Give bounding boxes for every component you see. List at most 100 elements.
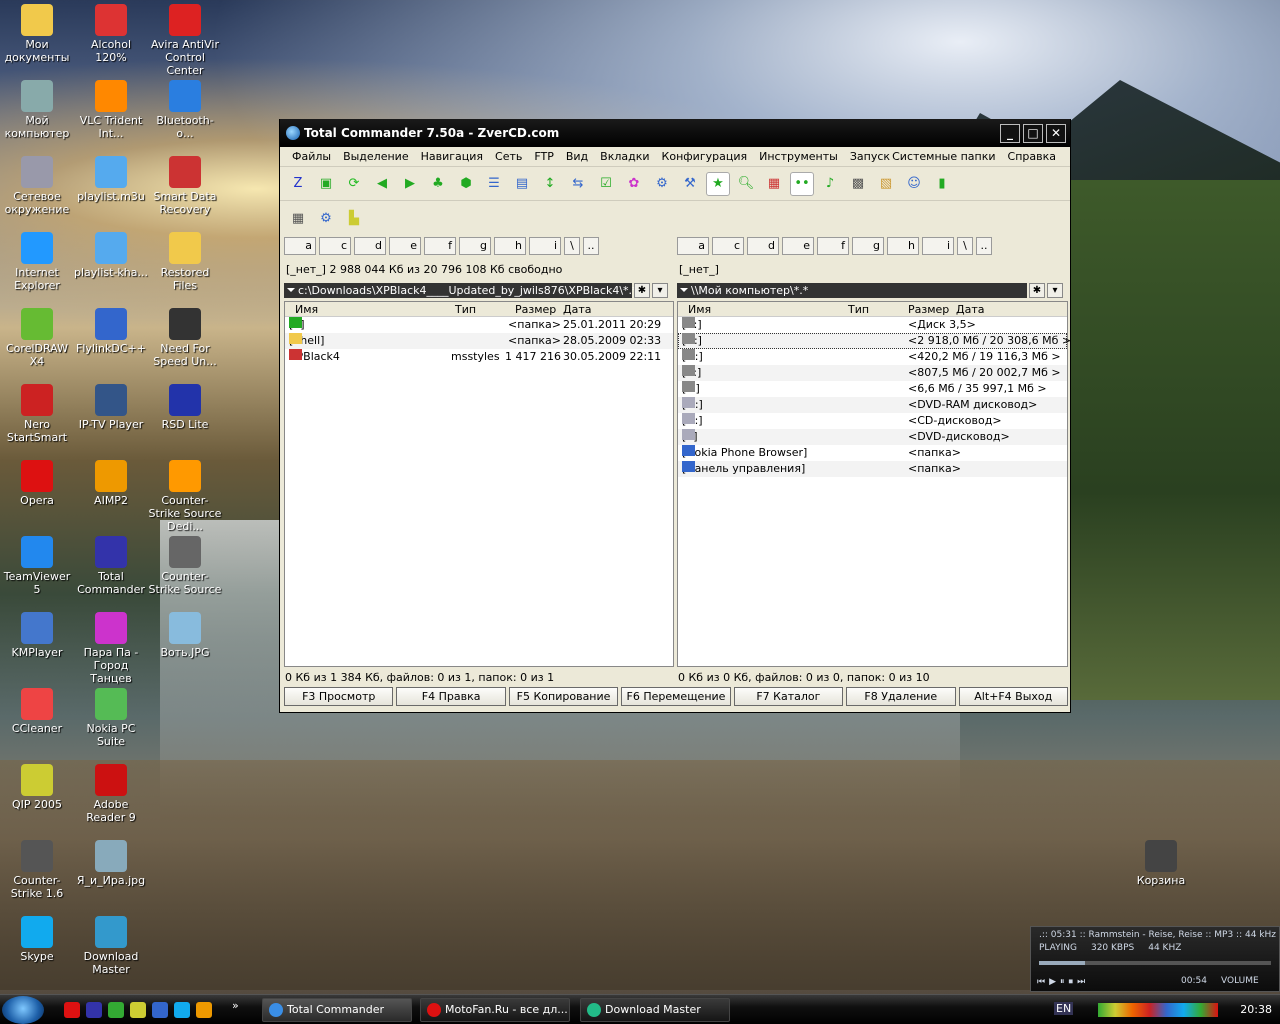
desktop-icon[interactable]: Total Commander	[74, 536, 148, 596]
prev-icon[interactable]: ⏮	[1037, 977, 1045, 987]
drive-button-h[interactable]: h	[494, 237, 526, 255]
drive-button-a[interactable]: a	[284, 237, 316, 255]
flylink-quicklaunch-icon[interactable]	[152, 1002, 168, 1018]
fkey-button-7[interactable]: Alt+F4 Выход	[958, 687, 1068, 706]
drive-button-up[interactable]: ..	[583, 237, 599, 255]
list-icon[interactable]: ☰	[482, 172, 506, 196]
sync-icon[interactable]: ↕	[538, 172, 562, 196]
file-row[interactable]: [Shell] <папка> 28.05.2009 02:33	[285, 333, 673, 349]
column-header-0[interactable]: Имя	[688, 303, 711, 316]
drive-button-e[interactable]: e	[389, 237, 421, 255]
desktop-icon[interactable]: Nokia PC Suite	[74, 688, 148, 748]
fkey-button-1[interactable]: F3 Просмотр	[284, 687, 394, 706]
desktop-icon[interactable]: CorelDRAW X4	[0, 308, 74, 368]
desktop-icon[interactable]: Я_и_Ира.jpg	[74, 840, 148, 887]
desktop-icon[interactable]: Counter-Strike 1.6	[0, 840, 74, 900]
desktop-icon[interactable]: VLC Trident Int...	[74, 80, 148, 140]
menu-item[interactable]: FTP	[528, 147, 560, 167]
column-header-1[interactable]: Тип	[455, 303, 476, 316]
language-indicator[interactable]: EN	[1054, 1002, 1074, 1015]
exit-icon[interactable]: ▮	[930, 172, 954, 196]
desktop-icon[interactable]: Мой компьютер	[0, 80, 74, 140]
left-path[interactable]: c:\Downloads\XPBlack4____Updated_by_jwil…	[284, 283, 638, 298]
column-header-3[interactable]: Дата	[956, 303, 984, 316]
details-icon[interactable]: ▤	[510, 172, 534, 196]
skype-quicklaunch-icon[interactable]	[174, 1002, 190, 1018]
drive-button-c[interactable]: c	[712, 237, 744, 255]
settings-icon[interactable]: ⚙	[314, 206, 338, 230]
favorite-star-icon[interactable]: ★	[706, 171, 730, 196]
video-icon[interactable]: ▩	[846, 172, 870, 196]
drive-button-d[interactable]: d	[354, 237, 386, 255]
menu-item[interactable]: Системные папки	[886, 147, 1001, 167]
menu-item[interactable]: Справка	[1002, 147, 1062, 167]
play-icon[interactable]: ▶	[1049, 977, 1056, 987]
drive-button-f[interactable]: f	[424, 237, 456, 255]
aimp-player[interactable]: .:: 05:31 :: Rammstein - Reise, Reise ::…	[1030, 926, 1280, 992]
desktop-icon[interactable]: Adobe Reader 9	[74, 764, 148, 824]
desktop-icon[interactable]: Opera	[0, 460, 74, 507]
drive-row[interactable]: [G:] <DVD-RAM дисковод>	[678, 397, 1067, 413]
column-header-0[interactable]: Имя	[295, 303, 318, 316]
left-column-header[interactable]: Имя Тип Размер Дата	[285, 302, 673, 317]
next-icon[interactable]: ⏭	[1077, 977, 1085, 987]
drive-button-root[interactable]: \	[564, 237, 580, 255]
select-icon[interactable]: ☑	[594, 172, 618, 196]
desktop-icon[interactable]: RSD Lite	[148, 384, 222, 431]
drive-button-c[interactable]: c	[319, 237, 351, 255]
aimp-quicklaunch-icon[interactable]	[196, 1002, 212, 1018]
file-row[interactable]: [..] <папка>25.01.2011 20:29	[285, 317, 673, 333]
stop-icon[interactable]: ⏹	[1069, 977, 1074, 987]
desktop-icon[interactable]: CCleaner	[0, 688, 74, 735]
fkey-button-4[interactable]: F6 Перемещение	[621, 687, 731, 706]
column-header-2[interactable]: Размер	[908, 303, 949, 316]
title-bar[interactable]: Total Commander 7.50a - ZverCD.com _ □ ✕	[280, 119, 1070, 147]
desktop-icon[interactable]: KMPlayer	[0, 612, 74, 659]
desktop-icon[interactable]: Counter-Strike Source	[148, 536, 222, 596]
desktop-icon[interactable]: TeamViewer 5	[0, 536, 74, 596]
drive-button-i[interactable]: i	[922, 237, 954, 255]
pack-icon[interactable]: ♣	[426, 172, 450, 196]
drive-row[interactable]: [E:] <807,5 Мб / 20 002,7 Мб >	[678, 365, 1067, 381]
desktop-icon[interactable]: AIMP2	[74, 460, 148, 507]
opera-quicklaunch-icon[interactable]	[64, 1002, 80, 1018]
drive-row[interactable]: [Nokia Phone Browser] <папка>	[678, 445, 1067, 461]
drive-row[interactable]: [A:] <Диск 3,5>	[678, 317, 1067, 333]
ftp-icon[interactable]: ✿	[622, 172, 646, 196]
user-icon[interactable]: ☺	[902, 172, 926, 196]
desktop-icon[interactable]: Download Master	[74, 916, 148, 976]
desktop-icon[interactable]: Bluetooth-о...	[148, 80, 222, 140]
left-hotlist-button[interactable]: ▾	[652, 283, 668, 298]
right-file-panel[interactable]: Имя Тип Размер Дата [A:] <Диск 3,5> [C:] <2 91…	[677, 301, 1071, 667]
left-file-panel[interactable]: Имя Тип Размер Дата [..] <папка>25.01.2011 2…	[284, 301, 674, 667]
desktop-icon[interactable]: Вoть.JPG	[148, 612, 222, 659]
music-icon[interactable]: ♪	[818, 172, 842, 196]
column-header-1[interactable]: Тип	[848, 303, 869, 316]
drive-row[interactable]: [H:] <CD-дисковод>	[678, 413, 1067, 429]
desktop-icon[interactable]: Пара Па - Город Танцев	[74, 612, 148, 685]
drive-button-up[interactable]: ..	[976, 237, 992, 255]
desktop-icon[interactable]: Сетевое окружение	[0, 156, 74, 216]
menu-item[interactable]: Навигация	[415, 147, 489, 167]
desktop-icon[interactable]: Skype	[0, 916, 74, 963]
start-button[interactable]	[2, 996, 44, 1024]
pause-icon[interactable]: ⏸	[1060, 977, 1065, 987]
desktop-icon[interactable]: FlylinkDC++	[74, 308, 148, 355]
desktop-icon[interactable]: Корзина	[1124, 840, 1198, 887]
drive-button-f[interactable]: f	[817, 237, 849, 255]
desktop-icon[interactable]: QIP 2005	[0, 764, 74, 811]
player-volume-label[interactable]: VOLUME	[1221, 976, 1259, 986]
maximize-button[interactable]: □	[1023, 124, 1043, 143]
drive-button-e[interactable]: e	[782, 237, 814, 255]
refresh-z-icon[interactable]: Z	[286, 172, 310, 196]
right-hotlist-button[interactable]: ▾	[1047, 283, 1063, 298]
tray-icons[interactable]	[1098, 1003, 1218, 1017]
drive-button-g[interactable]: g	[852, 237, 884, 255]
tree-icon[interactable]: ▙	[342, 206, 366, 230]
fkey-button-5[interactable]: F7 Каталог	[733, 687, 844, 706]
search-icon[interactable]: 🔍︎	[734, 172, 758, 196]
fkey-button-2[interactable]: F4 Правка	[396, 687, 506, 706]
quicklaunch-more-icon[interactable]: »	[232, 999, 239, 1012]
drive-button-h[interactable]: h	[887, 237, 919, 255]
drive-button-g[interactable]: g	[459, 237, 491, 255]
